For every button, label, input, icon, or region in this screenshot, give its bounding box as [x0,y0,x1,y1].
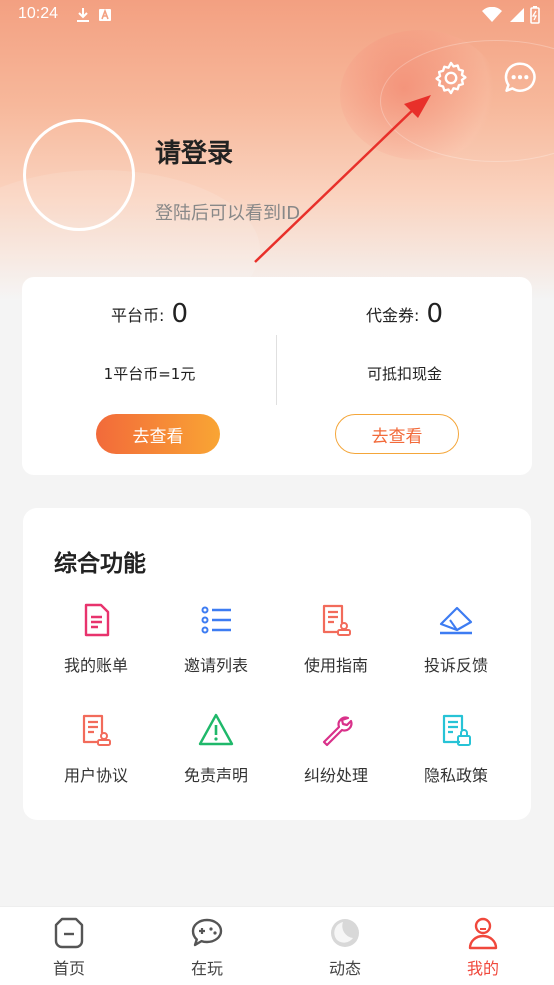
notification-a-icon [99,8,111,21]
avatar[interactable] [23,119,135,231]
function-label: 用户协议 [63,766,128,785]
tab-label: 首页 [52,959,85,978]
tab-activity[interactable]: 动态 [276,907,414,985]
platform-view-button[interactable]: 去查看 [96,414,220,454]
voucher-value: 0 [426,299,444,329]
chat-bubble-icon [504,62,536,92]
function-item-user-agreement[interactable]: 用户协议 [36,712,156,802]
functions-title: 综合功能 [54,551,146,577]
function-label: 使用指南 [303,656,368,675]
status-time: 10:24 [18,5,59,22]
download-icon [77,8,89,22]
voucher-label: 代金券: 0 [277,299,532,329]
gamepad-icon [191,918,223,947]
function-item-invite-list[interactable]: 邀请列表 [156,602,276,692]
function-item-feedback[interactable]: 投诉反馈 [396,602,516,692]
wallet-card: 平台币: 0 1平台币=1元 去查看 代金券: 0 可抵扣现金 去查看 [22,277,532,475]
function-item-dispute[interactable]: 纠纷处理 [276,712,396,802]
function-item-disclaimer[interactable]: 免责声明 [156,712,276,802]
battery-icon [530,6,540,24]
platform-coin-title: 平台币: [110,306,165,325]
tab-playing[interactable]: 在玩 [138,907,276,985]
privacy-icon [442,714,471,746]
agreement-icon [82,714,111,746]
wifi-icon [482,7,502,22]
voucher-desc: 可抵扣现金 [366,365,442,383]
bill-icon [84,603,110,637]
voucher-view-button[interactable]: 去查看 [335,414,459,454]
platform-coin-label: 平台币: 0 [22,299,277,329]
function-label: 隐私政策 [423,766,488,785]
function-label: 邀请列表 [183,656,248,675]
login-title[interactable]: 请登录 [155,133,233,170]
gear-icon [435,61,467,95]
function-item-guide[interactable]: 使用指南 [276,602,396,692]
status-bar: 10:24 [0,0,554,32]
home-icon [54,917,84,949]
voucher-title: 代金券: [365,306,420,325]
warning-icon [198,713,234,746]
function-item-bill[interactable]: 我的账单 [36,602,156,692]
wrench-icon [322,716,353,747]
function-label: 我的账单 [63,656,128,675]
person-icon [468,917,498,950]
tab-label: 我的 [466,959,499,978]
voucher-section: 代金券: 0 可抵扣现金 去查看 [277,277,532,475]
tab-label: 在玩 [190,959,223,978]
function-label: 纠纷处理 [303,766,368,785]
login-subtitle: 登陆后可以看到ID [155,203,301,224]
moon-icon [331,919,359,947]
platform-coin-value: 0 [171,299,189,329]
feedback-icon [439,606,473,635]
guide-icon [322,604,351,636]
signal-icon [510,8,524,22]
function-label: 投诉反馈 [423,656,488,675]
platform-coin-section: 平台币: 0 1平台币=1元 去查看 [22,277,277,475]
functions-card: 综合功能 我的账单 邀请列表 使用指南 投诉反馈 用户协议 免责声明 纠纷处理 … [23,508,531,820]
tab-mine[interactable]: 我的 [414,907,552,985]
function-label: 免责声明 [183,766,248,785]
list-icon [201,606,231,634]
function-item-privacy[interactable]: 隐私政策 [396,712,516,802]
settings-button[interactable] [431,58,471,98]
bottom-tab-bar: 首页 在玩 动态 我的 [0,906,554,985]
tab-home[interactable]: 首页 [0,907,138,985]
tab-label: 动态 [328,959,361,978]
platform-coin-desc: 1平台币=1元 [103,365,196,383]
message-button[interactable] [500,58,540,98]
